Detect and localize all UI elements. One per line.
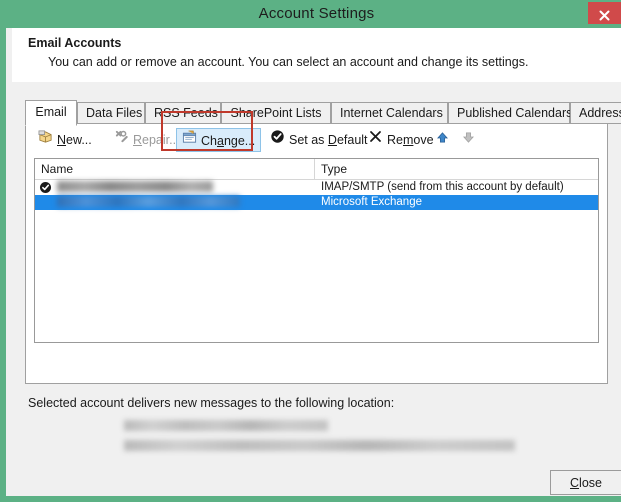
repair-button-label: Repair... [133,133,180,147]
accounts-list-header: Name Type [35,159,598,180]
tab-data-files[interactable]: Data Files [77,102,145,124]
move-up-button[interactable] [432,128,457,152]
setdef-pre: Set as [289,133,328,147]
change-pre: Ch [201,134,217,148]
account-type-cell: Microsoft Exchange [321,196,422,208]
tab-label: SharePoint Lists [230,106,322,120]
account-settings-window: Account Settings Email Accounts You can … [0,0,621,502]
tab-strip: Email Data Files RSS Feeds SharePoint Lists… [25,100,621,126]
page-subtitle: You can add or remove an account. You ca… [48,55,529,69]
change-account-icon [182,129,197,153]
delivery-location-value [124,420,515,460]
close-button-label: Close [570,475,602,490]
title-bar: Account Settings [6,0,621,28]
check-circle-icon [270,128,285,152]
set-as-default-button[interactable]: Set as Default [266,128,372,152]
account-name-cell [57,181,213,193]
tab-label: Email [35,105,67,119]
move-down-button[interactable] [458,128,483,152]
x-mark-icon [368,128,383,152]
remove-post: ove [413,133,434,147]
setdef-post: efault [336,133,368,147]
change-post: nge... [223,134,256,148]
header-strip: Email Accounts You can add or remove an … [12,28,621,82]
repair-button[interactable]: Repair... [110,128,184,152]
change-button-label: Change... [201,134,256,148]
arrow-up-icon [436,128,449,152]
window-close-button[interactable] [588,2,621,24]
repair-button-rest: epair... [142,133,180,147]
tab-label: RSS Feeds [154,106,218,120]
tab-address-books[interactable]: Address Books [570,102,621,124]
close-rest: lose [579,475,602,490]
tab-sharepoint-lists[interactable]: SharePoint Lists [221,102,331,124]
arrow-down-icon [462,128,475,152]
tab-published-calendars[interactable]: Published Calendars [448,102,573,124]
tab-label: Address Books [579,106,621,120]
account-type-cell: IMAP/SMTP (send from this account by def… [321,181,564,193]
new-button-rest: ew... [66,133,92,147]
tab-label: Data Files [86,106,143,120]
remove-button[interactable]: Remove [364,128,438,152]
delivery-location-label: Selected account delivers new messages t… [28,396,395,410]
page-title: Email Accounts [28,36,122,50]
redacted-text [57,181,213,193]
repair-tools-icon [114,128,129,152]
close-icon [599,10,610,20]
tab-rss-feeds[interactable]: RSS Feeds [145,102,221,124]
remove-button-label: Remove [387,133,434,147]
window-title: Account Settings [258,5,375,22]
column-separator [314,159,315,179]
email-tab-page: New... Repair... Change... Set as Defaul… [25,111,608,384]
set-as-default-label: Set as Default [289,133,368,147]
new-account-icon [38,128,53,152]
close-button[interactable]: Close [550,470,621,495]
accounts-list[interactable]: Name Type IMAP/SMTP (send from this acco… [34,158,599,343]
account-name-cell [57,196,240,208]
redacted-text [124,440,515,451]
tab-email[interactable]: Email [25,100,77,126]
tab-internet-calendars[interactable]: Internet Calendars [331,102,448,124]
redacted-text [124,420,328,431]
column-header-type[interactable]: Type [321,162,347,176]
redacted-text [57,196,240,208]
change-button[interactable]: Change... [176,128,262,153]
tab-label: Internet Calendars [340,106,443,120]
accounts-toolbar: New... Repair... Change... Set as Defaul… [26,111,607,157]
remove-pre: Re [387,133,403,147]
new-button-label: New... [57,133,92,147]
column-header-name[interactable]: Name [41,162,73,176]
new-button[interactable]: New... [34,128,96,152]
table-row[interactable]: IMAP/SMTP (send from this account by def… [35,180,598,195]
tab-label: Published Calendars [457,106,573,120]
table-row[interactable]: Microsoft Exchange [35,195,598,210]
dialog-body: Email Data Files RSS Feeds SharePoint Lists… [12,82,621,496]
